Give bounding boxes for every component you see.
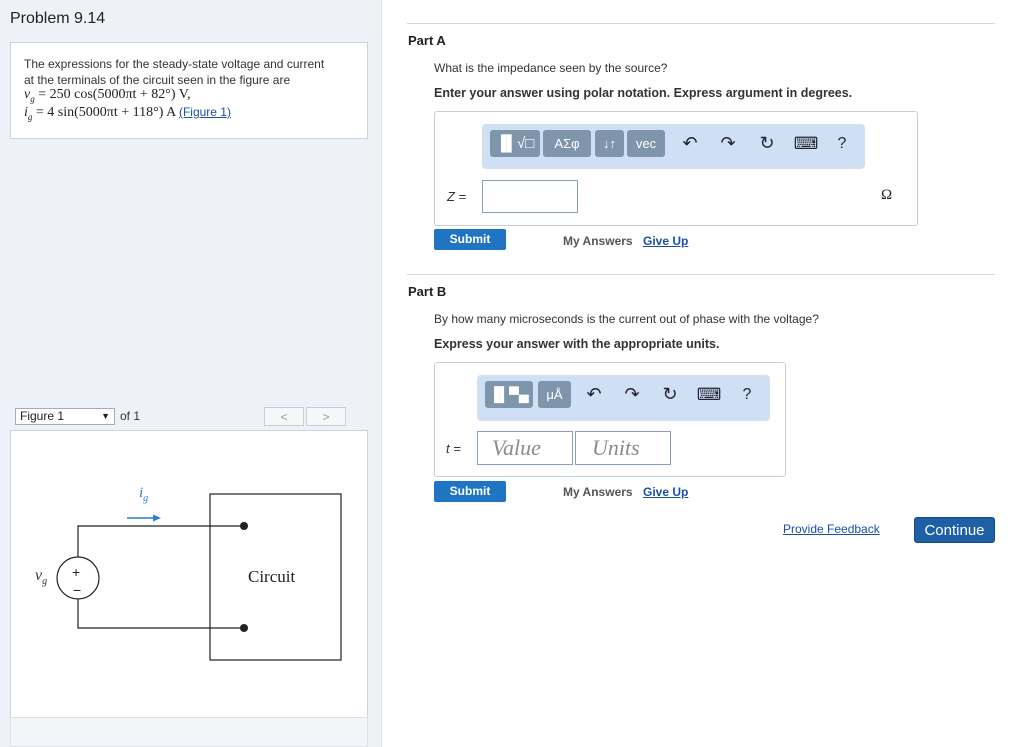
part-b-answer-box: ▐▌▀▄ μÅ ↶ ↷ ↻ ⌨ ? t = Value Units	[434, 362, 786, 477]
top-wire	[77, 525, 244, 563]
figure-select[interactable]: Figure 1 ▼	[15, 408, 115, 425]
current-arrow-head	[153, 514, 161, 522]
part-b-title: Part B	[408, 284, 447, 299]
problem-title: Problem 9.14	[10, 10, 106, 27]
dropdown-arrow-icon: ▼	[101, 411, 110, 421]
voltage-expression: vg = 250 cos(5000πt + 82°) V,	[24, 87, 191, 104]
value-placeholder: Value	[492, 435, 541, 460]
help-icon[interactable]: ?	[736, 381, 758, 408]
statement-line-1: The expressions for the steady-state vol…	[24, 57, 325, 71]
reset-icon[interactable]: ↻	[659, 381, 681, 408]
part-a-title: Part A	[408, 33, 446, 48]
undo-icon[interactable]: ↶	[679, 130, 701, 157]
figure-link[interactable]: (Figure 1)	[179, 105, 231, 119]
divider-part-a	[407, 23, 995, 24]
reset-icon[interactable]: ↻	[756, 130, 778, 157]
part-b-my-answers-link[interactable]: My Answers	[563, 485, 633, 499]
part-a-math-toolbar: ▐▌√□ ΑΣφ ↓↑ vec ↶ ↷ ↻ ⌨ ?	[482, 124, 865, 169]
bottom-terminal	[240, 624, 248, 632]
value-input[interactable]: Value	[477, 431, 573, 465]
templates-button[interactable]: ▐▌▀▄	[485, 381, 533, 408]
vg-rhs: = 250 cos(5000πt + 82°) V,	[34, 87, 191, 102]
ohm-unit-label: Ω	[881, 187, 893, 203]
figure-panel: + − ig vg Circuit	[10, 430, 368, 718]
figure-count: of 1	[120, 409, 141, 423]
redo-icon[interactable]: ↷	[621, 381, 643, 408]
part-b-question: By how many microseconds is the current …	[434, 312, 819, 326]
current-label: ig	[139, 485, 148, 504]
voltage-label: vg	[35, 567, 47, 587]
figure-navigation: Figure 1 ▼ of 1 < >	[10, 406, 366, 428]
greek-symbols-button[interactable]: ΑΣφ	[543, 130, 591, 157]
part-b-instruction: Express your answer with the appropriate…	[434, 337, 720, 351]
keyboard-icon[interactable]: ⌨	[696, 381, 722, 408]
figure-footer	[10, 717, 368, 747]
provide-feedback-link[interactable]: Provide Feedback	[783, 522, 880, 536]
current-subscript: g	[143, 493, 149, 504]
undo-icon[interactable]: ↶	[583, 381, 605, 408]
problem-statement: The expressions for the steady-state vol…	[10, 42, 368, 139]
part-b-math-toolbar: ▐▌▀▄ μÅ ↶ ↷ ↻ ⌨ ?	[477, 375, 770, 421]
circuit-label: Circuit	[248, 567, 296, 586]
units-placeholder: Units	[592, 435, 640, 460]
minus-sign: −	[73, 582, 82, 598]
prev-figure-button[interactable]: <	[264, 407, 304, 426]
units-button[interactable]: μÅ	[538, 381, 571, 408]
arrows-button[interactable]: ↓↑	[595, 130, 624, 157]
vector-button[interactable]: vec	[627, 130, 665, 157]
part-a-answer-box: ▐▌√□ ΑΣφ ↓↑ vec ↶ ↷ ↻ ⌨ ? Z = Ω	[434, 111, 918, 226]
redo-icon[interactable]: ↷	[717, 130, 739, 157]
voltage-subscript: g	[42, 576, 48, 588]
circuit-diagram	[56, 493, 342, 661]
divider-part-b	[407, 274, 995, 275]
part-a-give-up-link[interactable]: Give Up	[643, 234, 688, 248]
part-a-question: What is the impedance seen by the source…	[434, 61, 668, 75]
impedance-label: Z =	[447, 189, 467, 204]
figure-select-value: Figure 1	[20, 409, 65, 423]
top-terminal	[240, 522, 248, 530]
statement-line-2: at the terminals of the circuit seen in …	[24, 73, 291, 87]
units-input[interactable]: Units	[575, 431, 671, 465]
ig-rhs: = 4 sin(5000πt + 118°) A	[32, 105, 176, 120]
templates-button[interactable]: ▐▌√□	[490, 130, 540, 157]
impedance-input[interactable]	[482, 180, 578, 213]
plus-sign: +	[72, 564, 81, 580]
part-a-instruction: Enter your answer using polar notation. …	[434, 86, 853, 100]
continue-button[interactable]: Continue	[914, 517, 995, 543]
keyboard-icon[interactable]: ⌨	[793, 130, 819, 157]
part-b-give-up-link[interactable]: Give Up	[643, 485, 688, 499]
part-a-my-answers-link[interactable]: My Answers	[563, 234, 633, 248]
bottom-wire	[77, 594, 244, 629]
next-figure-button[interactable]: >	[306, 407, 346, 426]
current-expression: ig = 4 sin(5000πt + 118°) A (Figure 1)	[24, 105, 231, 122]
part-a-submit-button[interactable]: Submit	[434, 229, 506, 250]
time-label: t =	[446, 441, 461, 456]
part-b-submit-button[interactable]: Submit	[434, 481, 506, 502]
help-icon[interactable]: ?	[831, 130, 853, 157]
